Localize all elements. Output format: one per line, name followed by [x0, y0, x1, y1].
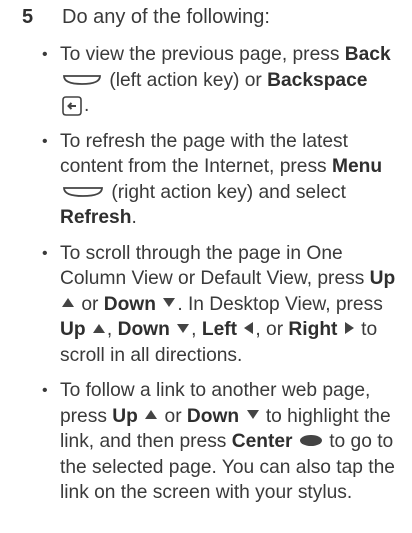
- down-arrow-icon: [246, 410, 259, 420]
- bullet-text: , or: [255, 319, 289, 340]
- list-item: • To refresh the page with the latest co…: [40, 129, 396, 231]
- left-action-key-icon: [63, 75, 101, 86]
- bullet-dot: •: [42, 46, 48, 63]
- list-item: • To view the previous page, press Back …: [40, 42, 396, 119]
- bullet-text: ,: [106, 319, 118, 340]
- key-name-backspace: Backspace: [267, 69, 368, 91]
- right-arrow-icon: [344, 322, 354, 335]
- key-name-left: Left: [201, 319, 238, 340]
- bullet-dot: •: [42, 132, 48, 150]
- bullet-dot: •: [42, 382, 48, 399]
- bullet-text: To view the previous page, press: [60, 44, 345, 65]
- key-name-right: Right: [288, 319, 338, 340]
- up-arrow-icon: [62, 298, 74, 308]
- key-name-up: Up: [60, 319, 86, 340]
- bullet-text: To refresh the page with the latest cont…: [60, 130, 348, 178]
- menu-item-refresh: Refresh: [60, 207, 132, 228]
- step-number: 5: [22, 6, 34, 28]
- key-name-down: Down: [103, 293, 156, 315]
- key-name-down: Down: [186, 405, 240, 427]
- key-name-up: Up: [112, 405, 138, 427]
- key-name-center: Center: [231, 431, 293, 452]
- key-name-up: Up: [369, 268, 396, 289]
- bullet-text: To scroll through the page in One Column…: [60, 242, 370, 290]
- bullet-text: (left action key) or: [104, 69, 268, 91]
- bullet-dot: •: [42, 244, 48, 262]
- bullet-text: .: [84, 95, 90, 116]
- manual-page: 5 Do any of the following: • To view the…: [0, 0, 412, 533]
- up-arrow-icon: [145, 410, 158, 420]
- list-item: • To scroll through the page in One Colu…: [40, 241, 396, 369]
- key-name-back: Back: [344, 44, 391, 65]
- list-item: • To follow a link to another web page, …: [40, 378, 396, 506]
- key-name-down: Down: [117, 319, 170, 340]
- up-arrow-icon: [92, 323, 105, 333]
- bullet-text: or: [76, 293, 104, 315]
- bullet-text: ,: [191, 319, 202, 340]
- bullet-text: or: [159, 405, 187, 427]
- bullet-list: • To view the previous page, press Back …: [40, 42, 396, 516]
- bullet-text: (right action key) and select: [106, 181, 346, 203]
- down-arrow-icon: [163, 298, 176, 308]
- backspace-key-icon: [62, 96, 82, 116]
- key-name-menu: Menu: [331, 156, 383, 177]
- bullet-text: .: [131, 207, 137, 228]
- left-arrow-icon: [244, 322, 254, 335]
- bullet-text: . In Desktop View, press: [177, 293, 383, 315]
- down-arrow-icon: [177, 323, 190, 333]
- right-action-key-icon: [63, 187, 103, 198]
- step-instruction: Do any of the following:: [62, 6, 270, 28]
- center-key-icon: [299, 434, 322, 446]
